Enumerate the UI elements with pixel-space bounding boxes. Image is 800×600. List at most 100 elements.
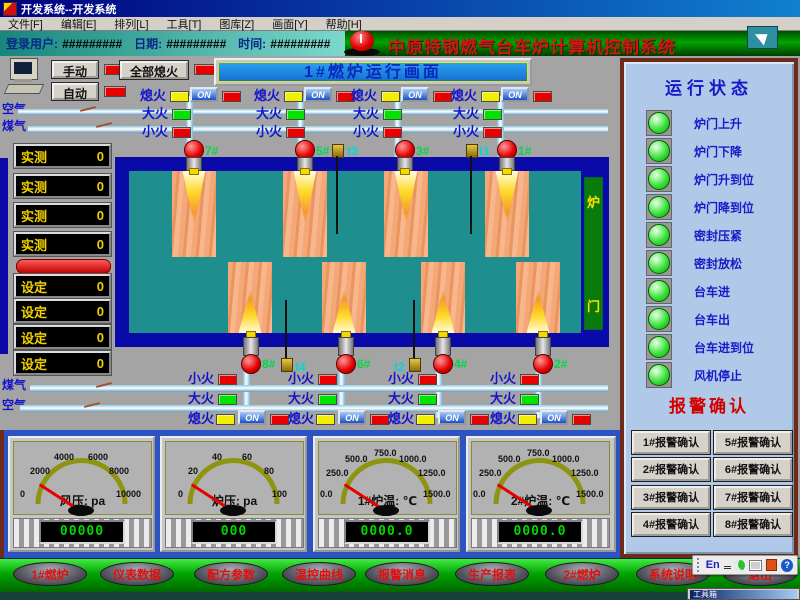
alarm-confirm-8[interactable]: 8#报警确认	[714, 513, 792, 536]
alarm-confirm-3[interactable]: 3#报警确认	[632, 486, 710, 509]
ime-grip-icon[interactable]	[697, 558, 702, 572]
measured-value: 0	[97, 179, 104, 194]
setpoint-display-4[interactable]: 设定0	[14, 351, 111, 375]
gauge-hub	[220, 505, 246, 516]
off-label: 熄火	[254, 89, 280, 102]
alarm-lamp-highlight	[360, 34, 362, 43]
nav-production-report[interactable]: 生产报表	[455, 562, 529, 586]
nav-recipe-params[interactable]: 配方参数	[194, 562, 268, 586]
nav-instrument-data[interactable]: 仪表数据	[100, 562, 174, 586]
alarm-confirm-5[interactable]: 5#报警确认	[714, 431, 792, 454]
ime-help-icon[interactable]: ?	[781, 559, 793, 572]
setpoint-display-1[interactable]: 设定0	[14, 274, 111, 298]
small-fire-indicator	[286, 127, 305, 138]
ime-toolbar[interactable]: En ?	[692, 555, 798, 575]
big-fire-label: 大火	[188, 392, 214, 405]
burner-on-button[interactable]: ON	[190, 87, 218, 102]
all-off-button[interactable]: 全部熄火	[120, 61, 188, 79]
burner-on-button[interactable]: ON	[338, 410, 366, 425]
air-pipe-top	[18, 109, 608, 115]
menu-edit[interactable]: 编辑[E]	[61, 16, 96, 32]
small-fire-label: 小火	[490, 372, 516, 385]
big-fire-indicator	[172, 109, 191, 120]
menu-library[interactable]: 图库[Z]	[219, 16, 254, 32]
fault-indicator	[572, 414, 591, 425]
status-label: 密封放松	[694, 255, 742, 272]
screen-banner: 1#燃炉运行画面	[214, 58, 532, 86]
flame-burner-7	[172, 171, 216, 257]
gauge-value-display: 0000.0	[344, 520, 430, 544]
manual-button[interactable]: 手动	[52, 61, 98, 78]
nav-temp-curve[interactable]: 温控曲线	[282, 562, 356, 586]
ime-pad-icon[interactable]	[766, 559, 777, 571]
gauge-tick: 1000.0	[399, 455, 427, 464]
ime-language-button[interactable]: En	[706, 559, 720, 571]
lamp-green-icon	[648, 112, 670, 134]
alarm-confirm-4[interactable]: 4#报警确认	[632, 513, 710, 536]
burner-on-button[interactable]: ON	[304, 87, 332, 102]
burner-on-button[interactable]: ON	[438, 410, 466, 425]
info-bar: 登录用户: ######### 日期: ######### 时间: ######…	[0, 31, 345, 56]
setpoint-value: 0	[97, 279, 104, 294]
big-fire-indicator	[520, 394, 539, 405]
toolbox-window[interactable]: 工具箱	[687, 588, 800, 600]
nav-furnace2[interactable]: 2#燃炉	[545, 562, 619, 586]
small-fire-indicator	[172, 127, 191, 138]
small-fire-label: 小火	[288, 372, 314, 385]
burner-on-button[interactable]: ON	[501, 87, 529, 102]
auto-button[interactable]: 自动	[52, 83, 98, 100]
big-fire-label: 大火	[256, 107, 282, 120]
nav-alarm-messages[interactable]: 报警消息	[365, 562, 439, 586]
small-fire-label: 小火	[188, 372, 214, 385]
setpoint-display-3[interactable]: 设定0	[14, 325, 111, 349]
burner-label: 5#	[316, 145, 329, 157]
menu-arrange[interactable]: 排列[L]	[114, 16, 148, 32]
menu-file[interactable]: 文件[F]	[8, 16, 43, 32]
burner-nozzle	[300, 168, 310, 175]
alarm-confirm-7[interactable]: 7#报警确认	[714, 486, 792, 509]
small-fire-indicator	[383, 127, 402, 138]
big-fire-label: 大火	[388, 392, 414, 405]
nav-furnace1[interactable]: 1#燃炉	[13, 562, 87, 586]
gauge-tick: 500.0	[345, 455, 368, 464]
gauge-tick: 250.0	[479, 469, 502, 478]
burner-on-button[interactable]: ON	[238, 410, 266, 425]
status-lamp	[646, 278, 672, 304]
computer-base	[14, 79, 32, 82]
menu-tools[interactable]: 工具[T]	[167, 16, 202, 32]
window-titlebar[interactable]: 开发系统--开发系统	[0, 0, 800, 17]
ime-punctuation-icon[interactable]	[724, 562, 731, 569]
menu-help[interactable]: 帮助[H]	[326, 16, 362, 32]
burner-on-button[interactable]: ON	[540, 410, 568, 425]
thermocouple-icon	[281, 358, 293, 372]
alarm-confirm-2[interactable]: 2#报警确认	[632, 458, 710, 481]
big-fire-indicator	[286, 109, 305, 120]
menu-screen[interactable]: 画面[Y]	[272, 16, 307, 32]
gauge-tick: 40	[212, 453, 222, 462]
furnace-door: 炉 门	[584, 177, 603, 330]
flame-burner-8	[228, 262, 272, 333]
burner-on-button[interactable]: ON	[401, 87, 429, 102]
setpoint-value: 0	[97, 330, 104, 345]
alarm-confirm-1[interactable]: 1#报警确认	[632, 431, 710, 454]
flame-core	[523, 289, 553, 333]
status-label: 炉门升到位	[694, 171, 754, 188]
bottom-strip	[0, 592, 800, 600]
status-lamp	[646, 110, 672, 136]
alarm-confirm-6[interactable]: 6#报警确认	[714, 458, 792, 481]
off-indicator	[284, 91, 303, 102]
ime-halfwidth-icon[interactable]	[735, 560, 745, 571]
gauge-furnace1-temperature: 0.0 250.0 500.0 750.0 1000.0 1250.0 1500…	[313, 436, 460, 552]
lamp-green-icon	[648, 308, 670, 330]
lamp-green-icon	[648, 280, 670, 302]
ime-keyboard-icon[interactable]	[749, 560, 763, 571]
big-fire-indicator	[483, 109, 502, 120]
setpoint-display-2[interactable]: 设定0	[14, 299, 111, 323]
burner-nozzle	[189, 168, 199, 175]
burner-label: 8#	[262, 358, 275, 370]
gauge-tick: 4000	[54, 453, 74, 462]
gauge-readout-strip: 000	[165, 518, 304, 548]
measured-display-3: 实测0	[14, 203, 111, 227]
toolbox-titlebar[interactable]: 工具箱	[690, 590, 797, 599]
computer-keyboard	[4, 84, 45, 94]
